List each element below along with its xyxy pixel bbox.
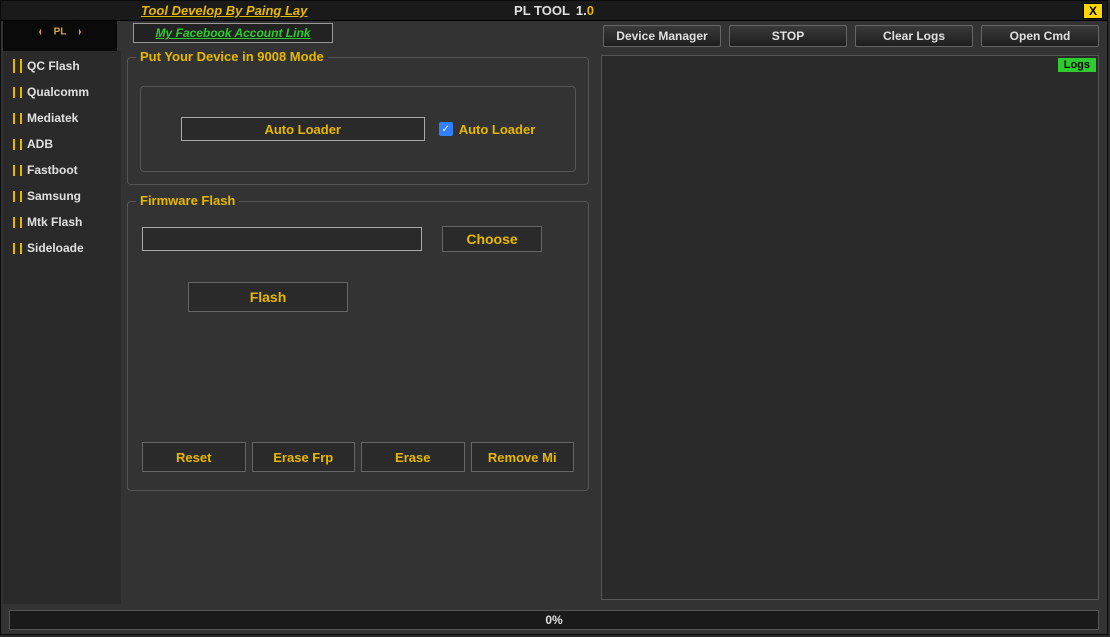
remove-mi-button[interactable]: Remove Mi (471, 442, 575, 472)
auto-loader-button[interactable]: Auto Loader (181, 117, 425, 141)
stop-button[interactable]: STOP (729, 25, 847, 47)
reset-button[interactable]: Reset (142, 442, 246, 472)
close-button[interactable]: X (1083, 3, 1103, 19)
sidebar-item-mediatek[interactable]: Mediatek (5, 106, 119, 130)
sidebar: QC Flash Qualcomm Mediatek ADB Fastboot … (3, 51, 121, 604)
facebook-link-box[interactable]: My Facebook Account Link (133, 23, 333, 43)
sidebar-item-label: Qualcomm (27, 85, 89, 99)
sidebar-item-label: Mediatek (27, 111, 78, 125)
facebook-link[interactable]: My Facebook Account Link (156, 26, 311, 40)
app-title: PL TOOL 1.0 (514, 3, 594, 18)
open-cmd-button[interactable]: Open Cmd (981, 25, 1099, 47)
sidebar-item-label: Samsung (27, 189, 81, 203)
choose-button[interactable]: Choose (442, 226, 542, 252)
firmware-path-input[interactable] (142, 227, 422, 251)
sidebar-item-label: Sideloade (27, 241, 84, 255)
sidebar-item-sideloade[interactable]: Sideloade (5, 236, 119, 260)
erase-frp-button[interactable]: Erase Frp (252, 442, 356, 472)
sidebar-item-samsung[interactable]: Samsung (5, 184, 119, 208)
sidebar-item-fastboot[interactable]: Fastboot (5, 158, 119, 182)
titlebar: Tool Develop By Paing Lay PL TOOL 1.0 X (1, 1, 1107, 21)
progress-bar: 0% (9, 610, 1099, 630)
firmware-fieldset: Firmware Flash Choose Flash Reset Erase … (127, 201, 589, 491)
sidebar-item-adb[interactable]: ADB (5, 132, 119, 156)
flash-button[interactable]: Flash (188, 282, 348, 312)
auto-loader-check-label: Auto Loader (459, 122, 536, 137)
clear-logs-button[interactable]: Clear Logs (855, 25, 973, 47)
mode-fieldset: Put Your Device in 9008 Mode Auto Loader… (127, 57, 589, 185)
firmware-legend: Firmware Flash (136, 193, 239, 208)
sidebar-item-label: QC Flash (27, 59, 80, 73)
mode-legend: Put Your Device in 9008 Mode (136, 49, 328, 64)
sidebar-item-qualcomm[interactable]: Qualcomm (5, 80, 119, 104)
sidebar-item-mtk-flash[interactable]: Mtk Flash (5, 210, 119, 234)
sidebar-item-label: Mtk Flash (27, 215, 82, 229)
tool-credit-link[interactable]: Tool Develop By Paing Lay (1, 3, 307, 18)
logs-badge: Logs (1058, 58, 1096, 72)
sidebar-item-qc-flash[interactable]: QC Flash (5, 54, 119, 78)
sidebar-item-label: ADB (27, 137, 53, 151)
device-manager-button[interactable]: Device Manager (603, 25, 721, 47)
sidebar-item-label: Fastboot (27, 163, 78, 177)
progress-text: 0% (545, 613, 562, 627)
log-panel: Logs (601, 55, 1099, 600)
auto-loader-checkbox[interactable]: ✓ (439, 122, 453, 136)
erase-button[interactable]: Erase (361, 442, 465, 472)
